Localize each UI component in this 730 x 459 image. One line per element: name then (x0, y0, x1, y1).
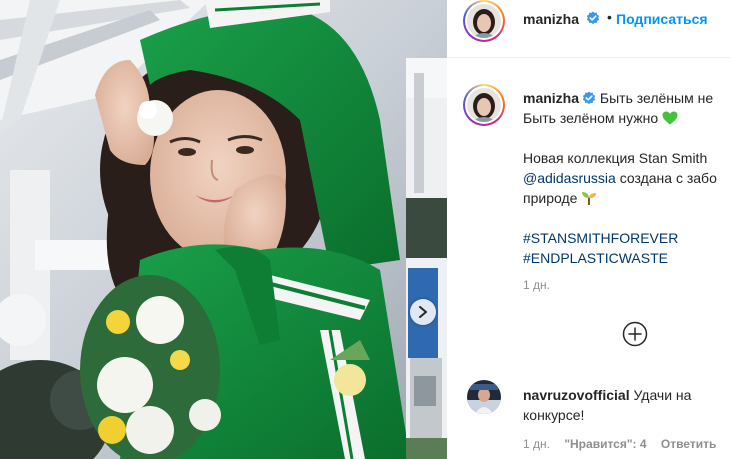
caption-line-2: Быть зелёном нужно (523, 108, 730, 128)
commenter-username[interactable]: navruzovofficial (523, 387, 630, 403)
comment-body-1: Удачи на (633, 387, 692, 403)
post-header: manizha • Подписаться (447, 0, 730, 58)
chevron-right-icon (419, 306, 427, 318)
comment-meta: 1 дн. "Нравится": 4 Ответить (523, 437, 727, 451)
caption-text-5: природе (523, 190, 578, 206)
plus-circle-icon (622, 321, 648, 347)
author-avatar[interactable] (463, 0, 505, 42)
verified-badge-icon (582, 91, 596, 105)
caption-text-2: Быть зелёном нужно (523, 110, 659, 126)
green-heart-icon (662, 111, 678, 125)
verified-badge-icon (586, 11, 600, 25)
photo-scene (0, 0, 447, 459)
next-photo-scene (406, 58, 447, 459)
caption-line-1: manizha Быть зелёным не (523, 88, 730, 108)
comment-text: navruzovofficial Удачи на конкурсе! (523, 385, 730, 425)
avatar-photo (467, 4, 501, 38)
next-photo-peek (406, 58, 447, 459)
post-photo[interactable] (0, 0, 447, 459)
hashtag-link[interactable]: #ENDPLASTICWASTE (523, 250, 668, 266)
author-username[interactable]: manizha (523, 11, 579, 27)
carousel-next-button[interactable] (410, 299, 436, 325)
mention-link[interactable]: @adidasrussia (523, 170, 616, 186)
post-side-panel: manizha • Подписаться manizha Быть зелён… (447, 0, 730, 459)
caption-author-avatar[interactable] (463, 84, 505, 126)
header-separator: • (607, 9, 612, 25)
load-more-comments-button[interactable] (622, 321, 648, 347)
caption-text-4: создана с забо (615, 170, 717, 186)
caption-line-5: природе (523, 188, 730, 208)
follow-button[interactable]: Подписаться (616, 11, 708, 27)
caption-timestamp[interactable]: 1 дн. (523, 278, 550, 292)
hashtag-link[interactable]: #STANSMITHFOREVER (523, 230, 678, 246)
comment-body-2: конкурсе! (523, 407, 585, 423)
caption-line-4: @adidasrussia создана с забо (523, 168, 730, 188)
comment-timestamp[interactable]: 1 дн. (523, 437, 550, 451)
avatar-photo (467, 380, 501, 414)
caption-text-1: Быть зелёным не (599, 90, 714, 106)
caption-username[interactable]: manizha (523, 90, 579, 106)
comment-likes[interactable]: "Нравится": 4 (564, 437, 646, 451)
caption-line-3: Новая коллекция Stan Smith (523, 148, 730, 168)
avatar-photo (467, 88, 501, 122)
caption-text: manizha Быть зелёным не Быть зелёном нуж… (523, 88, 730, 268)
reply-button[interactable]: Ответить (661, 437, 716, 451)
seedling-icon (582, 192, 597, 205)
caption-text-3: Новая коллекция Stan Smith (523, 150, 708, 166)
commenter-avatar[interactable] (467, 380, 501, 414)
